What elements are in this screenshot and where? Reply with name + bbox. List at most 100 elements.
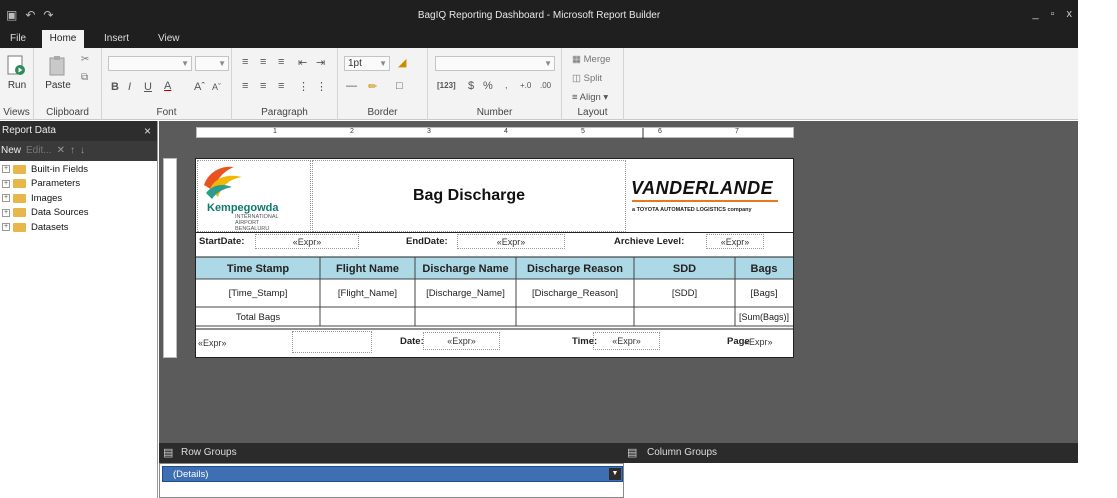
row-groups-list: (Details) ▼ bbox=[159, 463, 624, 498]
time-expr[interactable]: «Expr» bbox=[593, 332, 660, 350]
placeholder-format-button[interactable]: [123] bbox=[437, 81, 456, 90]
detail-cell-discharge-reason[interactable]: [Discharge_Reason] bbox=[516, 280, 634, 308]
footer-expr[interactable]: «Expr» bbox=[198, 336, 290, 352]
column-header-sdd[interactable]: SDD bbox=[634, 258, 735, 280]
align-left-icon[interactable]: ≡ bbox=[242, 80, 248, 92]
folder-icon bbox=[13, 164, 26, 174]
bullets-icon[interactable]: ⋮ bbox=[298, 80, 309, 93]
start-date-expr[interactable]: «Expr» bbox=[255, 234, 359, 249]
italic-button[interactable]: I bbox=[128, 81, 131, 93]
detail-cell-discharge-name[interactable]: [Discharge_Name] bbox=[415, 280, 516, 308]
decrease-decimal-icon[interactable]: .00 bbox=[540, 81, 551, 90]
right-edge-strip bbox=[1078, 0, 1117, 498]
expand-icon[interactable]: + bbox=[2, 165, 10, 174]
align-middle-icon[interactable]: ≡ bbox=[260, 56, 266, 68]
close-button[interactable]: x bbox=[1067, 8, 1073, 20]
total-bags-label[interactable]: Total Bags bbox=[196, 308, 320, 327]
tree-item-images[interactable]: + Images bbox=[0, 191, 157, 206]
tree-item-parameters[interactable]: + Parameters bbox=[0, 177, 157, 192]
bold-button[interactable]: B bbox=[111, 81, 119, 93]
align-bottom-icon[interactable]: ≡ bbox=[278, 56, 284, 68]
border-color-icon[interactable]: ✏ bbox=[368, 80, 377, 93]
tab-insert[interactable]: Insert bbox=[98, 30, 135, 48]
new-button[interactable]: New bbox=[1, 141, 21, 161]
footer-empty-box[interactable] bbox=[292, 331, 372, 353]
underline-button[interactable]: U bbox=[144, 81, 152, 93]
align-right-icon[interactable]: ≡ bbox=[278, 80, 284, 92]
detail-cell-flight-name[interactable]: [Flight_Name] bbox=[320, 280, 415, 308]
run-button[interactable]: Run bbox=[5, 54, 29, 91]
kempegowda-logo[interactable]: Kempegowda INTERNATIONAL AIRPORT BENGALU… bbox=[197, 160, 311, 232]
merge-button[interactable]: ▦ Merge bbox=[572, 54, 611, 65]
detail-cell-time-stamp[interactable]: [Time_Stamp] bbox=[196, 280, 320, 308]
grow-font-button[interactable]: Aˆ bbox=[194, 81, 205, 93]
font-family-select[interactable]: ▼ bbox=[108, 56, 192, 71]
paste-button[interactable]: Paste bbox=[44, 54, 72, 91]
date-expr[interactable]: «Expr» bbox=[423, 332, 500, 350]
restore-button[interactable]: ▫ bbox=[1051, 8, 1055, 20]
split-button[interactable]: ◫ Split bbox=[572, 73, 602, 84]
increase-decimal-icon[interactable]: +.0 bbox=[520, 81, 531, 90]
expand-icon[interactable]: + bbox=[2, 208, 10, 217]
number-format-select[interactable]: ▼ bbox=[435, 56, 555, 71]
numbering-icon[interactable]: ⋮ bbox=[316, 80, 327, 93]
align-top-icon[interactable]: ≡ bbox=[242, 56, 248, 68]
percent-button[interactable]: % bbox=[483, 80, 493, 92]
currency-button[interactable]: $ bbox=[468, 80, 474, 92]
page-expr[interactable]: «Expr» bbox=[744, 337, 773, 347]
details-group-item[interactable]: (Details) ▼ bbox=[162, 466, 623, 482]
border-group: 1pt ▼ ◢ — ✏ □ Border bbox=[338, 48, 428, 120]
detail-cell-sdd[interactable]: [SDD] bbox=[634, 280, 735, 308]
grouping-pane: ▤ Row Groups ▤ Column Groups (Details) ▼ bbox=[159, 443, 1078, 498]
shrink-font-button[interactable]: Aˇ bbox=[212, 82, 221, 92]
report-body[interactable]: Kempegowda INTERNATIONAL AIRPORT BENGALU… bbox=[195, 158, 794, 358]
align-center-icon[interactable]: ≡ bbox=[260, 80, 266, 92]
font-color-button[interactable]: A bbox=[164, 80, 171, 92]
move-up-icon[interactable]: ↑ bbox=[70, 141, 75, 161]
folder-icon bbox=[13, 193, 26, 203]
window-controls: _ ▫ x bbox=[1032, 8, 1072, 20]
column-header-discharge-name[interactable]: Discharge Name bbox=[415, 258, 516, 280]
clipboard-group: Paste ✂ ⧉ Clipboard bbox=[34, 48, 102, 120]
font-size-select[interactable]: ▼ bbox=[195, 56, 229, 71]
minimize-button[interactable]: _ bbox=[1032, 8, 1038, 20]
fill-color-icon[interactable]: ◢ bbox=[398, 56, 406, 69]
expand-icon[interactable]: + bbox=[2, 223, 10, 232]
tab-home[interactable]: Home bbox=[42, 30, 84, 48]
decrease-indent-icon[interactable]: ⇤ bbox=[298, 56, 307, 69]
column-header-flight-name[interactable]: Flight Name bbox=[320, 258, 415, 280]
tab-file[interactable]: File bbox=[4, 30, 32, 48]
detail-cell-bags[interactable]: [Bags] bbox=[735, 280, 793, 308]
end-date-expr[interactable]: «Expr» bbox=[457, 234, 565, 249]
expand-icon[interactable]: + bbox=[2, 179, 10, 188]
tree-item-built-in-fields[interactable]: + Built-in Fields bbox=[0, 162, 157, 177]
border-style-icon[interactable]: — bbox=[346, 80, 357, 92]
move-down-icon[interactable]: ↓ bbox=[80, 141, 85, 161]
tree-item-datasets[interactable]: + Datasets bbox=[0, 220, 157, 235]
start-date-label: StartDate: bbox=[199, 236, 245, 247]
expand-icon[interactable]: + bbox=[2, 194, 10, 203]
folder-icon bbox=[13, 222, 26, 232]
cut-icon[interactable]: ✂ bbox=[81, 54, 89, 65]
total-bags-value[interactable]: [Sum(Bags)] bbox=[735, 308, 793, 327]
copy-icon[interactable]: ⧉ bbox=[81, 72, 88, 83]
increase-indent-icon[interactable]: ⇥ bbox=[316, 56, 325, 69]
report-title[interactable]: Bag Discharge bbox=[312, 160, 626, 232]
border-size-select[interactable]: 1pt ▼ bbox=[344, 56, 390, 71]
column-header-bags[interactable]: Bags bbox=[735, 258, 793, 280]
edit-button[interactable]: Edit... bbox=[26, 141, 52, 161]
tree-item-data-sources[interactable]: + Data Sources bbox=[0, 206, 157, 221]
delete-icon[interactable]: ✕ bbox=[57, 141, 65, 161]
close-panel-button[interactable]: × bbox=[144, 121, 151, 141]
date-label: Date: bbox=[400, 336, 424, 347]
vanderlande-logo[interactable]: VANDERLANDE a TOYOTA AUTOMATED LOGISTICS… bbox=[625, 160, 793, 232]
borders-icon[interactable]: □ bbox=[396, 80, 403, 92]
column-header-discharge-reason[interactable]: Discharge Reason bbox=[516, 258, 634, 280]
comma-icon[interactable]: , bbox=[505, 80, 508, 90]
tab-view[interactable]: View bbox=[152, 30, 186, 48]
column-header-time-stamp[interactable]: Time Stamp bbox=[196, 258, 320, 280]
archive-level-expr[interactable]: «Expr» bbox=[706, 234, 764, 249]
align-button[interactable]: ≡ Align ▾ bbox=[572, 92, 608, 103]
chevron-down-icon[interactable]: ▼ bbox=[609, 468, 621, 480]
column-groups-icon: ▤ bbox=[627, 447, 638, 459]
